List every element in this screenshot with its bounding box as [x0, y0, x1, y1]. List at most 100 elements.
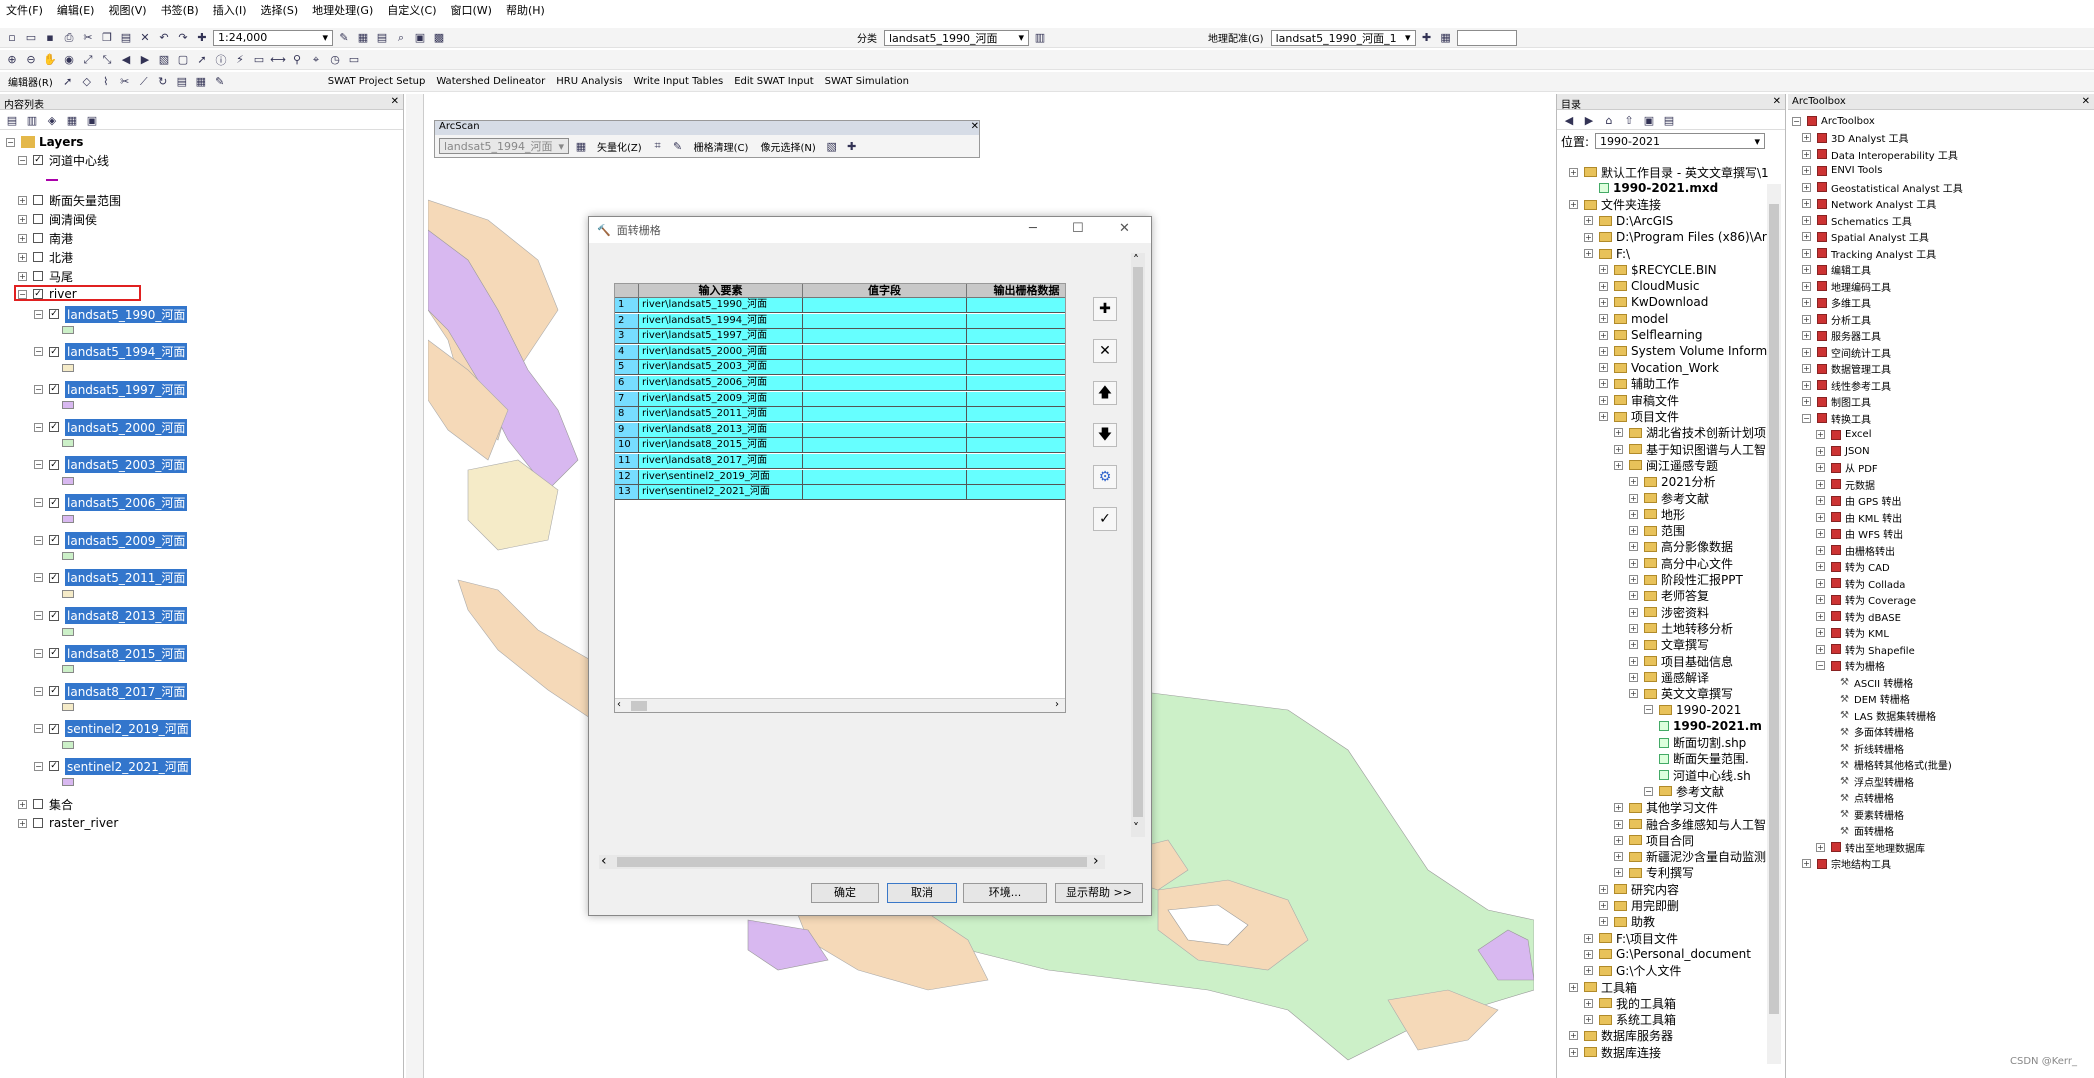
- expand-icon[interactable]: +: [1629, 689, 1638, 699]
- find-icon[interactable]: ⚲: [289, 52, 305, 68]
- grid-hscrollbar[interactable]: ‹ ›: [615, 698, 1065, 712]
- collapse-icon[interactable]: −: [34, 648, 43, 658]
- input-feature-cell[interactable]: river\sentinel2_2019_河面: [639, 469, 803, 485]
- expand-icon[interactable]: +: [1816, 430, 1825, 439]
- cell-selection-menu[interactable]: 像元选择(N): [756, 139, 819, 154]
- toolbox-item[interactable]: + 多维工具: [1802, 296, 1871, 310]
- catalog-folder-item[interactable]: + 其他学习文件: [1614, 800, 1718, 816]
- expand-icon[interactable]: +: [1802, 133, 1811, 142]
- value-field-cell[interactable]: [803, 298, 967, 313]
- catalog-home-icon[interactable]: ⌂: [1601, 112, 1617, 128]
- output-raster-cell[interactable]: [967, 422, 1065, 438]
- arctoolbox-close-icon[interactable]: ✕: [2082, 96, 2090, 107]
- redo-icon[interactable]: ↷: [175, 30, 191, 46]
- layer-visibility-checkbox[interactable]: ✓: [49, 497, 59, 508]
- add-data-icon[interactable]: ✚: [194, 30, 210, 46]
- value-field-cell[interactable]: [803, 376, 967, 391]
- connect-folder-icon[interactable]: ▣: [1641, 112, 1657, 128]
- catalog-folder-item[interactable]: + 湖北省技术创新计划项: [1614, 425, 1766, 441]
- dialog-vscroll-thumb[interactable]: [1133, 267, 1143, 817]
- expand-icon[interactable]: +: [1629, 542, 1638, 552]
- output-raster-cell[interactable]: [967, 391, 1065, 407]
- grid-header-input[interactable]: 输入要素: [639, 284, 803, 298]
- catalog-folder-item[interactable]: + Selflearning: [1599, 327, 1703, 343]
- expand-icon[interactable]: +: [1599, 281, 1608, 291]
- expand-icon[interactable]: +: [1599, 395, 1608, 405]
- open-icon[interactable]: ▭: [23, 30, 39, 46]
- expand-icon[interactable]: +: [1816, 446, 1825, 456]
- output-raster-cell[interactable]: [967, 407, 1065, 423]
- layer-visibility-checkbox[interactable]: ✓: [49, 686, 59, 696]
- expand-icon[interactable]: +: [1629, 656, 1638, 666]
- collapse-icon[interactable]: −: [34, 535, 43, 545]
- toolset-item[interactable]: + 由栅格转出: [1816, 543, 1895, 558]
- catalog-file-item[interactable]: 1990-2021.mxd: [1599, 180, 1718, 196]
- grid-row[interactable]: 7 river\landsat5_2009_河面: [615, 391, 1065, 407]
- toolset-item[interactable]: + JSON: [1816, 444, 1870, 458]
- arcscan-close-icon[interactable]: ✕: [971, 121, 979, 135]
- zoom-in-icon[interactable]: ⊕: [4, 52, 20, 68]
- toolbox-item[interactable]: + 数据管理工具: [1802, 362, 1891, 376]
- grid-row[interactable]: 5 river\landsat5_2003_河面: [615, 360, 1065, 376]
- dialog-vscrollbar[interactable]: ˄ ˅: [1131, 253, 1145, 837]
- classify-layer-combo[interactable]: landsat5_1990_河面 ▾: [884, 29, 1029, 46]
- expand-icon[interactable]: +: [1614, 852, 1623, 862]
- collapse-icon[interactable]: −: [34, 724, 43, 734]
- toolbox-item[interactable]: +3D Analyst 工具: [1802, 131, 1909, 145]
- save-icon[interactable]: ▪: [42, 30, 58, 46]
- toolset-item[interactable]: + 转为 dBASE: [1816, 609, 1901, 624]
- grid-row[interactable]: 9 river\landsat8_2013_河面: [615, 422, 1065, 438]
- scroll-right-icon[interactable]: ›: [1055, 699, 1059, 710]
- value-field-cell[interactable]: [803, 313, 967, 329]
- swat-watershed-delineator-menu[interactable]: Watershed Delineator: [432, 76, 549, 87]
- new-icon[interactable]: ▫: [4, 30, 20, 46]
- expand-icon[interactable]: +: [1802, 182, 1811, 192]
- grid-hscroll-thumb[interactable]: [631, 701, 647, 711]
- search-window-icon[interactable]: ⌕: [393, 30, 409, 46]
- catalog-close-icon[interactable]: ✕: [1773, 96, 1781, 107]
- python-icon[interactable]: ▩: [431, 30, 447, 46]
- toc-river-layer[interactable]: − ✓ landsat8_2015_河面: [34, 644, 188, 662]
- editor-toolbar-icon[interactable]: ✎: [336, 30, 352, 46]
- grid-row[interactable]: 10 river\landsat8_2015_河面: [615, 438, 1065, 454]
- expand-icon[interactable]: +: [1816, 611, 1825, 621]
- value-field-cell[interactable]: [803, 344, 967, 360]
- split-icon[interactable]: ⟋: [136, 74, 152, 90]
- collapse-icon[interactable]: −: [6, 137, 15, 147]
- editor-menu[interactable]: 编辑器(R): [4, 74, 57, 89]
- catalog-folder-item[interactable]: + F:\: [1584, 246, 1630, 262]
- select-cells-icon[interactable]: ▧: [824, 138, 840, 154]
- menu-insert[interactable]: 插入(I): [213, 2, 247, 18]
- toc-layer-minqing[interactable]: + 闽清闽侯: [18, 211, 97, 227]
- layer-visibility-checkbox[interactable]: ✓: [49, 384, 59, 395]
- grid-row[interactable]: 1 river\landsat5_1990_河面: [615, 298, 1065, 313]
- value-field-cell[interactable]: [803, 438, 967, 454]
- edit-tool-icon[interactable]: ➚: [60, 74, 76, 90]
- layer-visibility-checkbox[interactable]: [33, 799, 43, 809]
- toolbox-item[interactable]: + Spatial Analyst 工具: [1802, 230, 1929, 244]
- grid-row[interactable]: 11 river\landsat8_2017_河面: [615, 454, 1065, 469]
- catalog-folder-item[interactable]: + 用完即删: [1599, 898, 1679, 914]
- catalog-up-icon[interactable]: ⇧: [1621, 112, 1637, 128]
- toc-close-icon[interactable]: ✕: [391, 96, 399, 107]
- expand-icon[interactable]: +: [1629, 477, 1638, 487]
- scroll-left-icon[interactable]: ‹: [617, 699, 621, 710]
- expand-icon[interactable]: +: [1802, 380, 1811, 390]
- minimize-icon[interactable]: ─: [1029, 221, 1037, 236]
- expand-icon[interactable]: +: [1629, 640, 1638, 650]
- menu-geoprocessing[interactable]: 地理处理(G): [312, 2, 373, 18]
- toolset-item[interactable]: − 转为栅格: [1816, 659, 1885, 673]
- expand-icon[interactable]: +: [1599, 917, 1608, 927]
- show-help-button[interactable]: 显示帮助 >>: [1055, 883, 1143, 903]
- toolbox-item[interactable]: + 地理编码工具: [1802, 279, 1891, 294]
- catalog-forward-icon[interactable]: ▶: [1581, 112, 1597, 128]
- grid-row[interactable]: 4 river\landsat5_2000_河面: [615, 344, 1065, 360]
- catalog-folder-item[interactable]: + model: [1599, 311, 1668, 327]
- swat-write-input-tables-menu[interactable]: Write Input Tables: [629, 76, 727, 87]
- select-features-icon[interactable]: ▧: [156, 52, 172, 68]
- toolbox-item[interactable]: + 线性参考工具: [1802, 378, 1891, 393]
- toolset-item[interactable]: + 转为 Shapefile: [1816, 642, 1915, 657]
- collapse-icon[interactable]: −: [34, 384, 43, 394]
- expand-icon[interactable]: +: [1802, 215, 1811, 225]
- toolbox-item[interactable]: + Schematics 工具: [1802, 213, 1912, 228]
